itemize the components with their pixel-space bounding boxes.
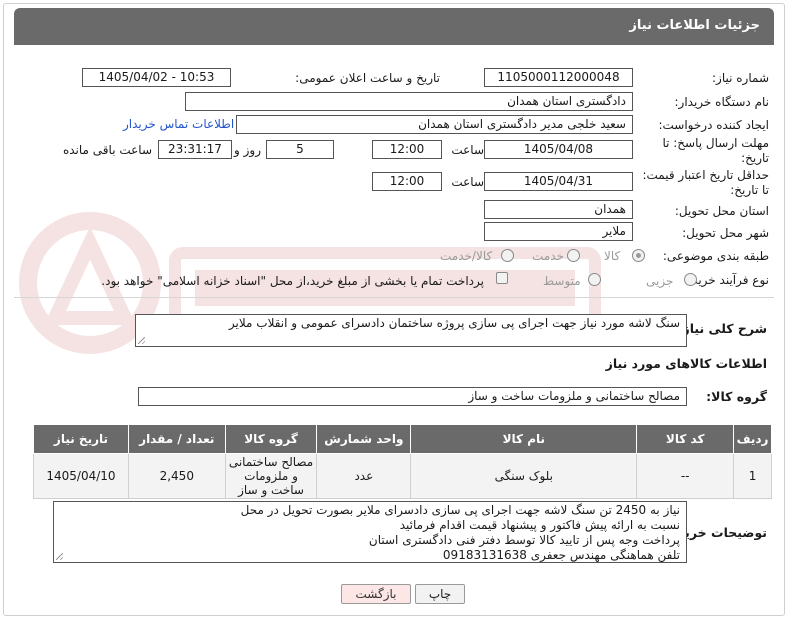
category-option-goods-service: کالا/خدمت [440, 249, 493, 263]
goods-section-title: اطلاعات کالاهای مورد نیاز [605, 356, 767, 371]
category-radio-goods[interactable] [632, 249, 645, 262]
goods-group-field: مصالح ساختمانی و ملزومات ساخت و ساز [138, 387, 687, 406]
validity-label-line1: حداقل تاریخ اعتبار قیمت: [642, 168, 769, 182]
deadline-time-field: 12:00 [372, 140, 442, 159]
cell-group: مصالح ساختمانی و ملزومات ساخت و ساز [224, 453, 318, 499]
cell-name: بلوک سنگی [410, 453, 638, 499]
category-radio-service[interactable] [567, 249, 580, 262]
th-unit: واحد شمارش [316, 424, 412, 454]
announce-date-label: تاریخ و ساعت اعلان عمومی: [295, 71, 440, 85]
buyer-note-line: تلفن هماهنگی مهندس جعفری 09183131638 [442, 548, 680, 562]
process-radio-medium[interactable] [588, 273, 601, 286]
print-button[interactable]: چاپ [415, 584, 465, 604]
process-option-medium: متوسط [543, 274, 581, 288]
th-code: کد کالا [636, 424, 735, 454]
category-label: طبقه بندی موضوعی: [662, 249, 769, 263]
need-number-label: شماره نیاز: [712, 71, 769, 85]
back-button[interactable]: بازگشت [341, 584, 411, 604]
resize-grip-icon[interactable] [138, 337, 145, 344]
buyer-org-field: دادگستری استان همدان [185, 92, 633, 111]
goods-group-label: گروه کالا: [706, 389, 767, 404]
validity-date-field: 1405/04/31 [484, 172, 633, 191]
buyer-contact-link[interactable]: اطلاعات تماس خریدار [123, 117, 234, 131]
validity-time-label: ساعت [451, 175, 484, 189]
buyer-note-line: نیاز به 2450 تن سنگ لاشه جهت اجرای پی سا… [240, 503, 680, 517]
process-radio-minor[interactable] [684, 273, 697, 286]
buyer-org-label: نام دستگاه خریدار: [674, 95, 770, 109]
th-row: ردیف [733, 424, 772, 454]
creator-label: ایجاد کننده درخواست: [658, 118, 769, 132]
summary-label: شرح کلی نیاز: [677, 321, 767, 336]
city-label: شهر محل تحویل: [682, 226, 769, 240]
process-option-minor: جزیی [646, 274, 674, 288]
cell-need-date: 1405/04/10 [33, 453, 129, 499]
deadline-label-line1: مهلت ارسال پاسخ: تا [662, 136, 769, 150]
validity-label-line2: تا تاریخ: [730, 183, 769, 197]
category-option-goods: کالا [604, 249, 621, 263]
creator-field: سعید خلجی مدیر دادگستری استان همدان [236, 115, 633, 134]
th-name: نام کالا [410, 424, 638, 454]
need-number-field: 1105000112000048 [484, 68, 633, 87]
summary-text: سنگ لاشه مورد نیاز جهت اجرای پی سازی پرو… [228, 316, 680, 330]
cell-row: 1 [733, 453, 772, 499]
days-label: روز و [234, 143, 261, 157]
validity-time-field: 12:00 [372, 172, 442, 191]
announce-date-field: 1405/04/02 - 10:53 [82, 68, 231, 87]
th-group: گروه کالا [224, 424, 318, 454]
table-row: 1 -- بلوک سنگی عدد مصالح ساختمانی و ملزو… [33, 453, 772, 499]
th-quantity: تعداد / مقدار [127, 424, 226, 454]
cell-unit: عدد [316, 453, 412, 499]
cell-code: -- [636, 453, 735, 499]
table-header-row: ردیف کد کالا نام کالا واحد شمارش گروه کا… [33, 424, 772, 454]
resize-grip-icon[interactable] [56, 553, 63, 560]
province-label: استان محل تحویل: [674, 204, 769, 218]
treasury-payment-note: پرداخت تمام یا بخشی از مبلغ خرید،از محل … [101, 274, 484, 288]
cell-quantity: 2,450 [127, 453, 226, 499]
treasury-payment-checkbox[interactable] [496, 272, 508, 284]
summary-textarea[interactable]: سنگ لاشه مورد نیاز جهت اجرای پی سازی پرو… [135, 314, 687, 347]
remaining-time-field: 23:31:17 [158, 140, 232, 159]
buyer-note-line: پرداخت وجه پس از تایید کالا توسط دفتر فن… [368, 533, 680, 547]
province-field: همدان [484, 200, 633, 219]
deadline-time-label: ساعت [451, 143, 484, 157]
city-field: ملایر [484, 222, 633, 241]
buyer-notes-textarea[interactable]: نیاز به 2450 تن سنگ لاشه جهت اجرای پی سا… [53, 501, 687, 563]
remaining-time-label: ساعت باقی مانده [62, 143, 152, 157]
category-option-service: خدمت [532, 249, 564, 263]
deadline-date-field: 1405/04/08 [484, 140, 633, 159]
divider [14, 297, 774, 298]
category-radio-goods-service[interactable] [501, 249, 514, 262]
goods-table: ردیف کد کالا نام کالا واحد شمارش گروه کا… [33, 424, 772, 499]
days-remaining-field: 5 [266, 140, 334, 159]
th-need-date: تاریخ نیاز [33, 424, 129, 454]
buyer-note-line: نسبت به ارائه پیش فاکتور و پیشنهاد قیمت … [399, 518, 680, 532]
title-bar: جزئیات اطلاعات نیاز [14, 8, 774, 45]
deadline-label-line2: تاریخ: [741, 151, 769, 165]
page-title: جزئیات اطلاعات نیاز [629, 18, 760, 33]
